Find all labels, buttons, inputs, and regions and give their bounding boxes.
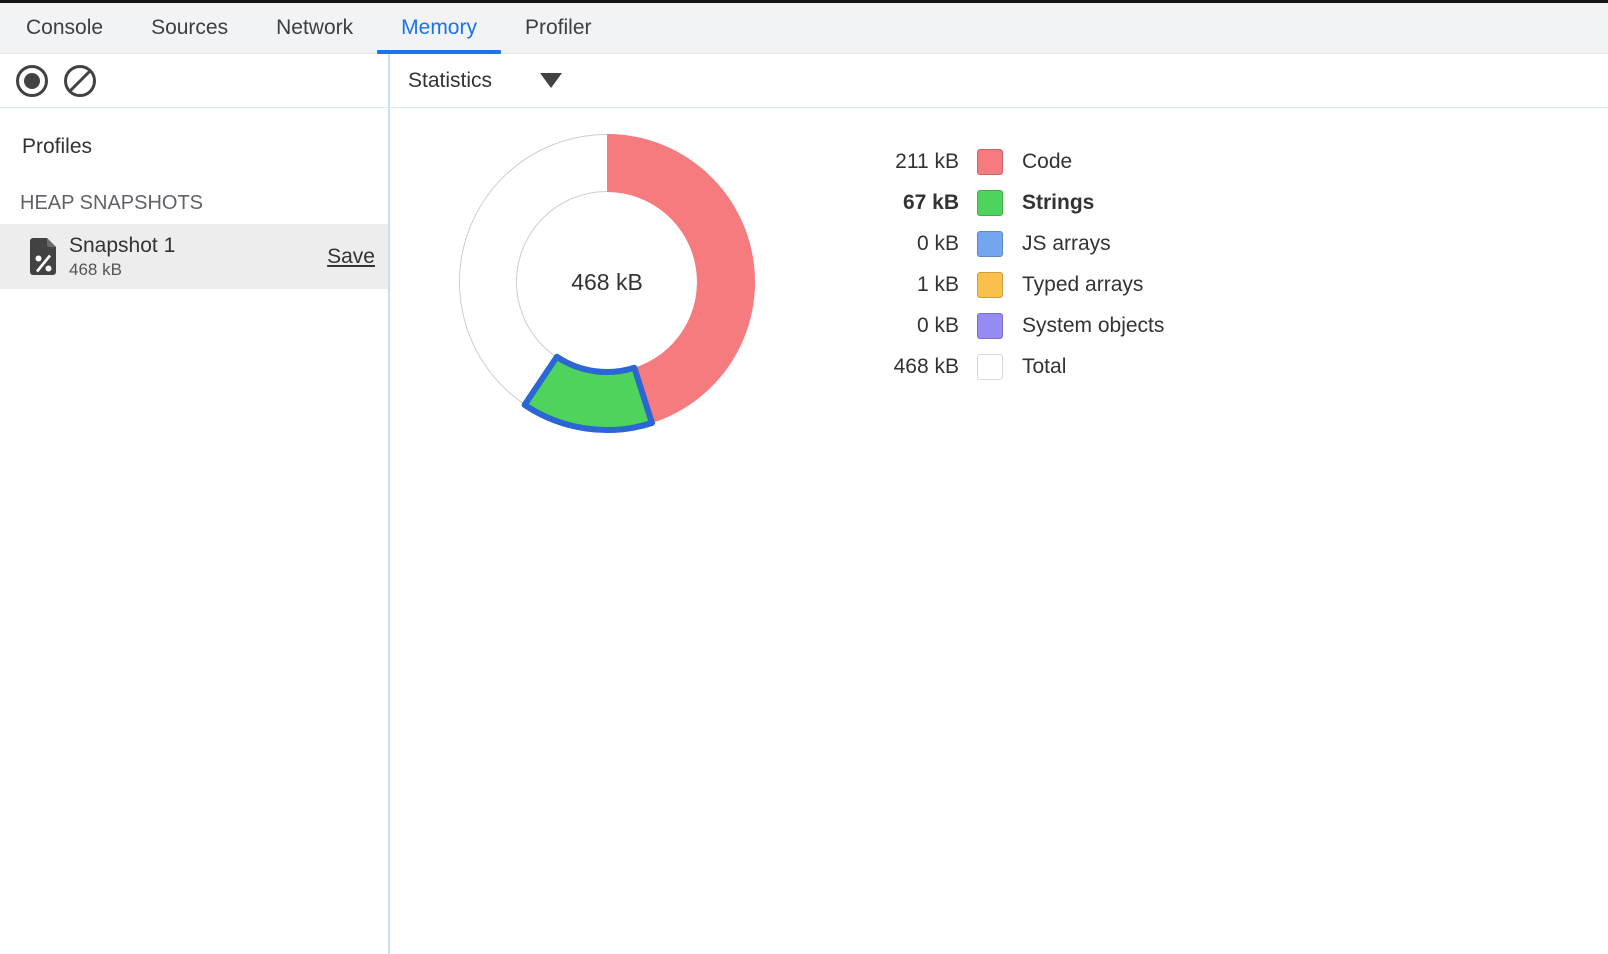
tab-label: Profiler — [525, 16, 592, 40]
devtools-window: Console Sources Network Memory Profiler — [0, 0, 1608, 954]
tab-label: Network — [276, 16, 353, 40]
heap-snapshot-document-icon — [28, 236, 59, 277]
donut-svg — [452, 127, 762, 437]
legend-row-total[interactable]: 468 kB Total — [819, 346, 1164, 387]
dropdown-arrow-icon — [540, 73, 562, 88]
snapshot-size: 468 kB — [69, 259, 327, 280]
chart-legend: 211 kB Code 67 kB Strings 0 kB JS arrays… — [819, 141, 1164, 387]
panel-body: Profiles HEAP SNAPSHOTS Snapshot 1 468 k… — [0, 108, 1608, 954]
snapshot-item[interactable]: Snapshot 1 468 kB Save — [0, 224, 388, 289]
panel-toolbar: Statistics — [0, 54, 1608, 108]
statistics-toolbar: Statistics — [390, 54, 1608, 107]
strings-swatch-icon — [977, 190, 1003, 216]
tab-console[interactable]: Console — [2, 3, 127, 53]
legend-label: Code — [1022, 150, 1072, 174]
perspective-select-value: Statistics — [408, 69, 492, 93]
typed-arrays-swatch-icon — [977, 272, 1003, 298]
tab-memory[interactable]: Memory — [377, 3, 501, 53]
heap-donut-chart[interactable]: 468 kB — [452, 127, 762, 437]
tab-label: Console — [26, 16, 103, 40]
legend-row-code[interactable]: 211 kB Code — [819, 141, 1164, 182]
tab-sources[interactable]: Sources — [127, 3, 252, 53]
profiles-sidebar: Profiles HEAP SNAPSHOTS Snapshot 1 468 k… — [0, 108, 390, 954]
tab-label: Sources — [151, 16, 228, 40]
statistics-panel: 468 kB 211 kB Code 67 kB Strings 0 kB JS… — [390, 108, 1608, 954]
legend-value: 0 kB — [819, 314, 959, 338]
snapshot-text: Snapshot 1 468 kB — [69, 233, 327, 280]
code-swatch-icon — [977, 149, 1003, 175]
profiles-toolbar — [0, 54, 390, 107]
clear-all-icon[interactable] — [62, 63, 98, 99]
save-link[interactable]: Save — [327, 245, 375, 269]
heap-snapshots-section-label: HEAP SNAPSHOTS — [20, 190, 388, 216]
legend-row-typed-arrays[interactable]: 1 kB Typed arrays — [819, 264, 1164, 305]
legend-row-js-arrays[interactable]: 0 kB JS arrays — [819, 223, 1164, 264]
tab-label: Memory — [401, 16, 477, 40]
total-swatch-icon — [977, 354, 1003, 380]
legend-label: Strings — [1022, 191, 1094, 215]
record-icon[interactable] — [14, 63, 50, 99]
legend-row-strings[interactable]: 67 kB Strings — [819, 182, 1164, 223]
legend-value: 468 kB — [819, 355, 959, 379]
tab-profiler[interactable]: Profiler — [501, 3, 616, 53]
sidebar-title: Profiles — [22, 134, 388, 160]
legend-value: 0 kB — [819, 232, 959, 256]
legend-label: Total — [1022, 355, 1066, 379]
legend-label: Typed arrays — [1022, 273, 1143, 297]
legend-value: 67 kB — [819, 191, 959, 215]
legend-value: 211 kB — [819, 150, 959, 174]
legend-row-system-objects[interactable]: 0 kB System objects — [819, 305, 1164, 346]
main-tabbar: Console Sources Network Memory Profiler — [0, 3, 1608, 54]
snapshot-name: Snapshot 1 — [69, 233, 327, 259]
tab-network[interactable]: Network — [252, 3, 377, 53]
legend-value: 1 kB — [819, 273, 959, 297]
js-arrays-swatch-icon — [977, 231, 1003, 257]
perspective-select[interactable]: Statistics — [408, 69, 562, 93]
legend-label: JS arrays — [1022, 232, 1111, 256]
legend-label: System objects — [1022, 314, 1164, 338]
system-objects-swatch-icon — [977, 313, 1003, 339]
